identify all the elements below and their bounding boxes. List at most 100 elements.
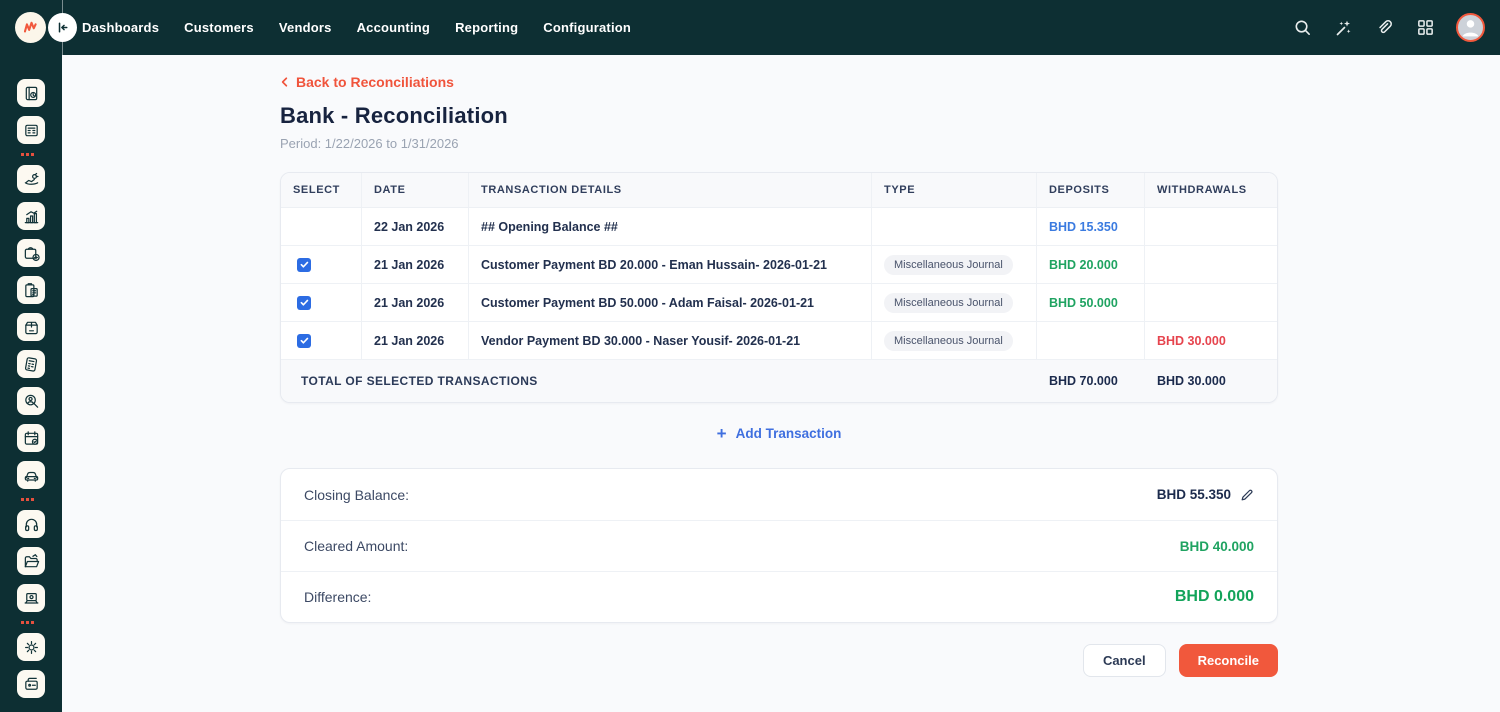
date-cell: 22 Jan 2026 <box>362 208 469 245</box>
sidebar-icon-gear[interactable] <box>17 633 45 661</box>
menu-item-customers[interactable]: Customers <box>184 20 254 35</box>
add-transaction-label: Add Transaction <box>736 426 842 441</box>
magic-wand-icon[interactable] <box>1333 18 1353 38</box>
details-cell: Vendor Payment BD 30.000 - Naser Yousif-… <box>469 322 872 359</box>
column-header-deposits: DEPOSITS <box>1037 173 1145 207</box>
date-cell: 21 Jan 2026 <box>362 284 469 321</box>
table-row: 21 Jan 2026 Customer Payment BD 50.000 -… <box>281 284 1277 322</box>
main-menu: Dashboards Customers Vendors Accounting Repo… <box>82 0 631 55</box>
summary-label: Closing Balance: <box>304 487 409 503</box>
attachment-icon[interactable] <box>1374 18 1394 38</box>
journal-type-badge: Miscellaneous Journal <box>884 331 1013 351</box>
user-avatar[interactable] <box>1456 13 1485 42</box>
summary-value: BHD 55.350 <box>1157 487 1254 502</box>
apps-grid-icon[interactable] <box>1415 18 1435 38</box>
table-header-row: SELECT DATE TRANSACTION DETAILS TYPE DEP… <box>281 173 1277 208</box>
add-transaction-button[interactable]: + Add Transaction <box>711 424 848 443</box>
reconcile-button[interactable]: Reconcile <box>1179 644 1278 677</box>
search-icon[interactable] <box>1292 18 1312 38</box>
sidebar-icon-folder-documents[interactable] <box>17 547 45 575</box>
back-link-label: Back to Reconciliations <box>296 74 454 90</box>
sidebar-collapse-button[interactable] <box>48 13 77 42</box>
sidebar-icon-hand-dove[interactable] <box>17 165 45 193</box>
sidebar-icon-candidate-search[interactable] <box>17 387 45 415</box>
menu-item-dashboards[interactable]: Dashboards <box>82 20 159 35</box>
sidebar-icon-journal-clock[interactable] <box>17 79 45 107</box>
withdrawal-cell <box>1145 246 1277 283</box>
column-header-details: TRANSACTION DETAILS <box>469 173 872 207</box>
select-cell <box>281 208 362 245</box>
sidebar-icon-clipboard-calculator[interactable] <box>17 276 45 304</box>
back-link[interactable]: Back to Reconciliations <box>280 74 454 90</box>
summary-label: Difference: <box>304 589 371 605</box>
journal-type-badge: Miscellaneous Journal <box>884 255 1013 275</box>
deposit-cell: BHD 50.000 <box>1037 284 1145 321</box>
sidebar-icon-tilted-calculator[interactable] <box>17 350 45 378</box>
date-cell: 21 Jan 2026 <box>362 322 469 359</box>
table-row: 21 Jan 2026 Vendor Payment BD 30.000 - N… <box>281 322 1277 360</box>
type-cell: Miscellaneous Journal <box>872 246 1037 283</box>
select-cell <box>281 246 362 283</box>
table-row: 22 Jan 2026 ## Opening Balance ## BHD 15… <box>281 208 1277 246</box>
sidebar-icon-growth-chart[interactable] <box>17 202 45 230</box>
main-content: Back to Reconciliations Bank - Reconcili… <box>280 55 1278 677</box>
type-cell <box>872 208 1037 245</box>
column-header-type: TYPE <box>872 173 1037 207</box>
sidebar-section-divider <box>21 153 34 156</box>
check-icon <box>300 336 309 345</box>
select-cell <box>281 322 362 359</box>
select-cell <box>281 284 362 321</box>
sidebar-icon-car[interactable] <box>17 461 45 489</box>
menu-item-reporting[interactable]: Reporting <box>455 20 518 35</box>
sidebar-icon-laptop[interactable] <box>17 584 45 612</box>
details-cell: Customer Payment BD 20.000 - Eman Hussai… <box>469 246 872 283</box>
page-title: Bank - Reconciliation <box>280 103 1278 129</box>
sidebar-icon-calculator-pad[interactable] <box>17 116 45 144</box>
total-label: TOTAL OF SELECTED TRANSACTIONS <box>281 360 1037 402</box>
app-sidebar <box>0 55 62 712</box>
withdrawal-cell <box>1145 284 1277 321</box>
column-header-date: DATE <box>362 173 469 207</box>
sidebar-icon-bag-plus[interactable] <box>17 239 45 267</box>
column-header-withdrawals: WITHDRAWALS <box>1145 173 1277 207</box>
summary-value: BHD 40.000 <box>1180 539 1254 554</box>
menu-item-configuration[interactable]: Configuration <box>543 20 631 35</box>
collapse-left-icon <box>54 19 71 36</box>
person-icon <box>1458 13 1483 40</box>
edit-closing-balance-button[interactable] <box>1240 488 1254 502</box>
withdrawal-cell <box>1145 208 1277 245</box>
table-row: 21 Jan 2026 Customer Payment BD 20.000 -… <box>281 246 1277 284</box>
withdrawal-cell: BHD 30.000 <box>1145 322 1277 359</box>
row-checkbox[interactable] <box>297 334 311 348</box>
top-navbar: Dashboards Customers Vendors Accounting Repo… <box>0 0 1500 55</box>
summary-row: Cleared Amount: BHD 40.000 <box>281 520 1277 571</box>
app-window: Dashboards Customers Vendors Accounting Repo… <box>0 0 1500 712</box>
logo-mark-icon <box>21 18 40 37</box>
row-checkbox[interactable] <box>297 296 311 310</box>
deposit-cell: BHD 20.000 <box>1037 246 1145 283</box>
sidebar-icon-card-terminal[interactable] <box>17 670 45 698</box>
row-checkbox[interactable] <box>297 258 311 272</box>
check-icon <box>300 260 309 269</box>
deposit-cell <box>1037 322 1145 359</box>
sidebar-icon-headset[interactable] <box>17 510 45 538</box>
add-transaction-area: + Add Transaction <box>280 424 1278 443</box>
sidebar-icon-calendar-check[interactable] <box>17 424 45 452</box>
app-logo <box>15 12 46 43</box>
sidebar-icon-package-box[interactable] <box>17 313 45 341</box>
sidebar-section-divider <box>21 621 34 624</box>
summary-row: Difference: BHD 0.000 <box>281 571 1277 622</box>
cancel-button[interactable]: Cancel <box>1083 644 1166 677</box>
sidebar-section-divider <box>21 498 34 501</box>
date-cell: 21 Jan 2026 <box>362 246 469 283</box>
check-icon <box>300 298 309 307</box>
period-subtitle: Period: 1/22/2026 to 1/31/2026 <box>280 136 1278 151</box>
details-cell: ## Opening Balance ## <box>469 208 872 245</box>
journal-type-badge: Miscellaneous Journal <box>884 293 1013 313</box>
plus-icon: + <box>717 425 727 442</box>
deposit-cell: BHD 15.350 <box>1037 208 1145 245</box>
type-cell: Miscellaneous Journal <box>872 322 1037 359</box>
chevron-left-icon <box>280 76 289 88</box>
menu-item-vendors[interactable]: Vendors <box>279 20 332 35</box>
menu-item-accounting[interactable]: Accounting <box>357 20 431 35</box>
